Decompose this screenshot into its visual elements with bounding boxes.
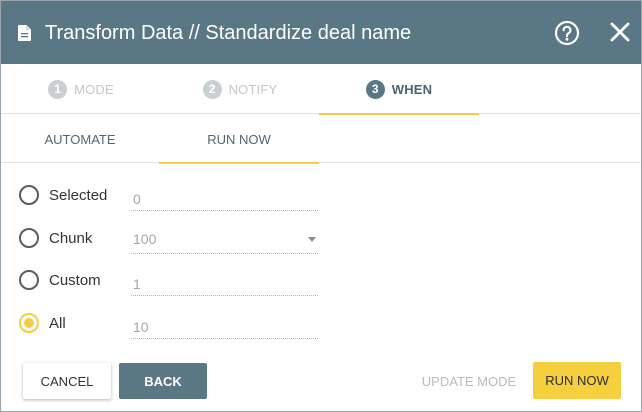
option-all: All [19,309,319,339]
dialog-header: Transform Data // Standardize deal name [1,1,641,64]
tab-run-now[interactable]: RUN NOW [159,115,319,164]
option-label: Selected [49,187,108,204]
selected-count-input[interactable] [131,181,318,211]
step-tabs: 1 MODE 2 NOTIFY 3 WHEN [1,64,641,115]
radio-custom[interactable] [19,270,39,290]
option-custom: Custom [19,266,319,296]
step-label: MODE [74,81,114,97]
back-button[interactable]: BACK [119,363,207,399]
help-circle-icon[interactable] [554,20,580,46]
chunk-size-value: 100 [133,231,157,247]
step-notify[interactable]: 2 NOTIFY [161,64,319,114]
option-label: All [49,315,66,332]
run-now-button[interactable]: RUN NOW [533,362,621,399]
custom-count-input[interactable] [131,266,318,296]
step-when[interactable]: 3 WHEN [319,64,479,115]
step-mode[interactable]: 1 MODE [1,64,161,114]
option-chunk: Chunk 100 [19,224,319,254]
sub-tabs: AUTOMATE RUN NOW [1,115,641,164]
all-count-input[interactable] [131,309,318,339]
radio-all[interactable] [19,313,39,333]
chunk-size-select[interactable]: 100 [131,224,318,254]
option-label: Custom [49,272,101,289]
dialog-title: Transform Data // Standardize deal name [45,22,412,44]
step-number-badge: 3 [365,79,385,99]
close-icon[interactable] [609,21,631,43]
caret-down-icon [308,237,316,242]
cancel-button[interactable]: CANCEL [23,363,111,399]
option-selected: Selected [19,181,319,211]
step-label: NOTIFY [228,81,278,97]
document-icon [18,25,31,41]
step-label: WHEN [391,81,433,97]
tab-automate[interactable]: AUTOMATE [1,115,159,163]
step-number-badge: 2 [202,79,222,99]
update-mode-button[interactable]: UPDATE MODE [413,363,525,399]
radio-selected[interactable] [19,185,39,205]
step-number-badge: 1 [48,79,68,99]
radio-chunk[interactable] [19,228,39,248]
transform-dialog: Transform Data // Standardize deal name … [0,0,642,412]
option-label: Chunk [49,230,93,247]
